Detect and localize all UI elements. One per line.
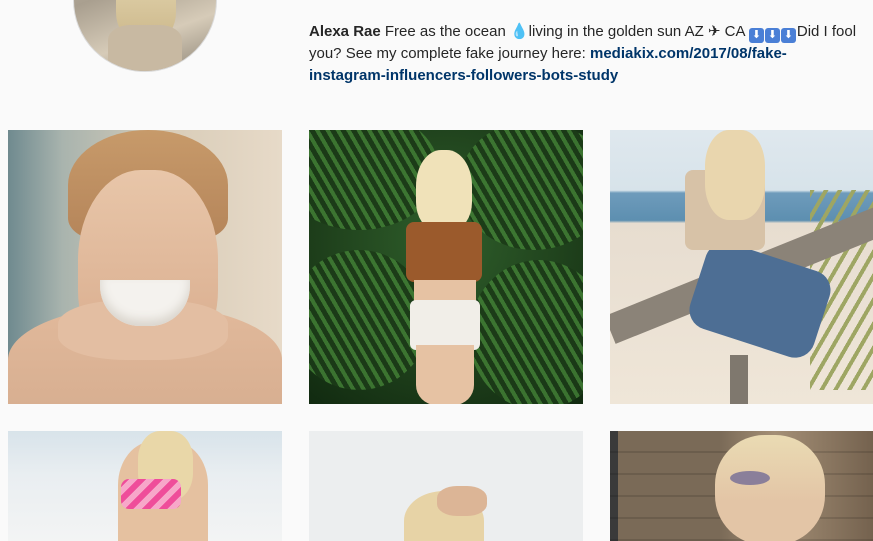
person-bikini-top <box>121 479 181 509</box>
post-photo-railing-post <box>730 355 748 404</box>
droplet-icon: 💧 <box>509 23 529 40</box>
person-top <box>406 222 482 282</box>
post-coffee[interactable] <box>8 130 282 404</box>
post-bikini-beach[interactable] <box>8 431 282 541</box>
bio-link[interactable]: mediakix.com/2017/08/fake- <box>590 45 787 62</box>
bio-link-continued[interactable]: instagram-influencers-followers-bots-stu… <box>309 67 618 84</box>
person-shorts <box>410 300 480 350</box>
bio-line-2: you? See my complete fake journey here: … <box>309 43 873 65</box>
bio-text-2: living in the golden sun AZ ✈ CA <box>528 23 749 40</box>
person-hand <box>437 486 487 516</box>
profile-avatar[interactable] <box>73 0 217 72</box>
down-arrow-icon: ⬇ <box>764 28 780 43</box>
bio-text-1: Free as the ocean <box>384 23 510 40</box>
person-eye <box>730 471 770 485</box>
post-photo-person <box>404 150 484 404</box>
profile-bio: Alexa Rae Free as the ocean 💧living in t… <box>309 21 873 87</box>
down-arrow-icon: ⬇ <box>780 28 796 43</box>
person-hair <box>416 150 472 230</box>
person-face <box>715 435 825 541</box>
profile-username[interactable]: Alexa Rae <box>309 23 381 40</box>
down-arrow-icon: ⬇ <box>748 28 764 43</box>
avatar-body <box>108 25 182 71</box>
post-palm-tree[interactable] <box>309 130 583 404</box>
bio-text-3: Did I fool <box>796 23 857 40</box>
post-beach-railing[interactable] <box>610 130 873 404</box>
post-wood-wall[interactable] <box>610 431 873 541</box>
bio-line-3: instagram-influencers-followers-bots-stu… <box>309 65 873 87</box>
person-hair <box>705 130 765 220</box>
palm-leaf <box>469 260 583 404</box>
post-white-wall[interactable] <box>309 431 583 541</box>
bio-line-1: Alexa Rae Free as the ocean 💧living in t… <box>309 21 873 43</box>
bio-text-4: you? See my complete fake journey here: <box>309 45 590 62</box>
person-legs <box>416 345 474 404</box>
